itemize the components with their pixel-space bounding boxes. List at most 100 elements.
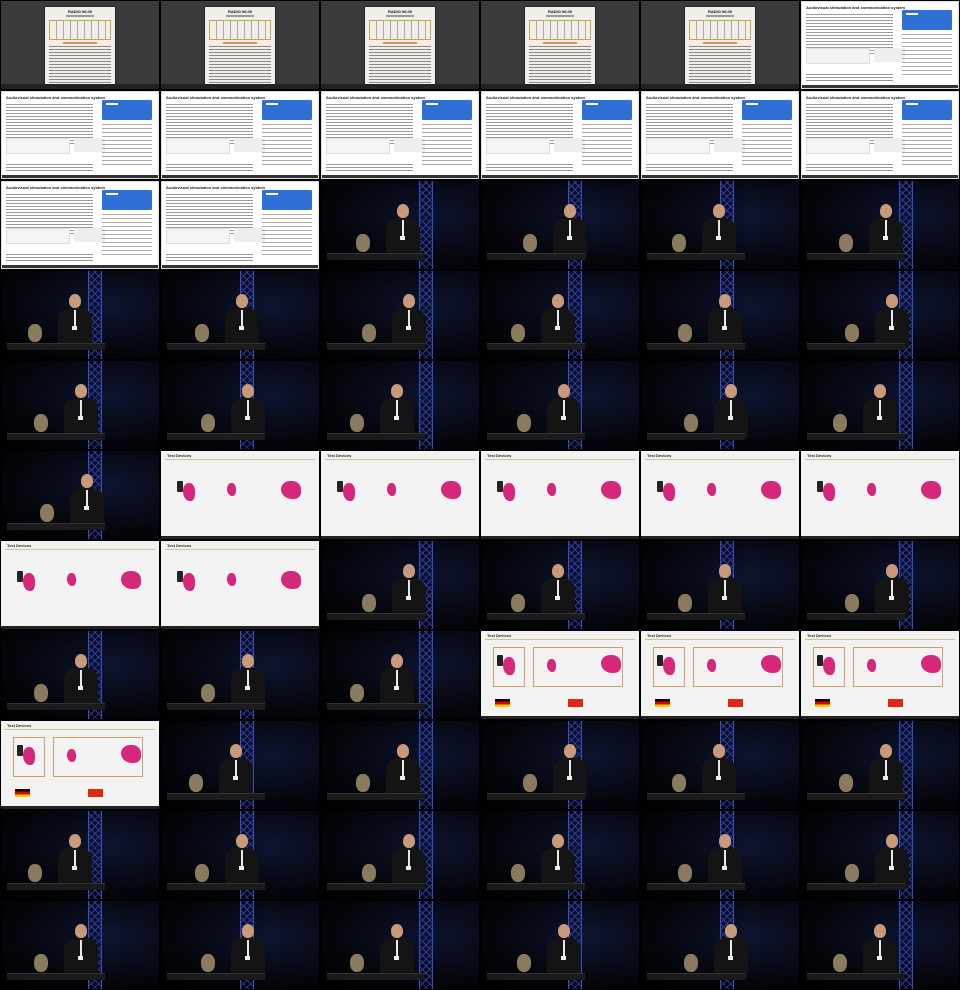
- slide-title-rule: [485, 639, 635, 640]
- web-figure-box-secondary: [73, 138, 105, 152]
- germany-flag: [15, 789, 30, 797]
- player-bar: [161, 536, 319, 539]
- lectern-desk: [647, 793, 746, 801]
- speaker-head: [552, 833, 565, 848]
- speaker-head: [564, 203, 577, 218]
- speaker-head: [558, 923, 571, 938]
- player-bar: [802, 175, 958, 178]
- teddy-bear: [678, 323, 693, 342]
- speaker-head: [242, 653, 255, 668]
- pink-device-middle: [547, 483, 557, 496]
- thumbnail: [481, 181, 639, 269]
- speaker-lanyard: [891, 309, 894, 326]
- lectern-desk: [647, 613, 746, 621]
- speaker-lanyard: [569, 759, 572, 776]
- document-caption: [702, 42, 738, 44]
- speaker-head: [236, 293, 249, 308]
- speaker-head: [230, 743, 243, 758]
- document-figure: [689, 20, 751, 40]
- speaker-badge: [72, 325, 78, 330]
- document-title: RADIO 06.00: [227, 9, 252, 14]
- thumbnail: [1, 361, 159, 449]
- lectern-desk: [647, 883, 746, 891]
- web-info-panel-text: [586, 103, 599, 105]
- speaker-head: [725, 923, 738, 938]
- web-info-panel-text: [906, 103, 919, 105]
- speaker-badge: [555, 325, 561, 330]
- speaker-lanyard: [408, 579, 411, 596]
- speaker-head: [397, 743, 410, 758]
- web-footer-text: [486, 164, 574, 172]
- pink-device-right: [281, 481, 301, 499]
- thumbnail: Audiovisual stimulation and communicatio…: [1, 91, 159, 179]
- pink-device-right: [281, 571, 301, 589]
- web-sidebar-text: [902, 34, 952, 78]
- thumbnail: [321, 271, 479, 359]
- speaker-badge: [239, 865, 245, 870]
- web-footer-text: [6, 254, 94, 262]
- speaker-lanyard: [80, 939, 83, 956]
- speaker-badge: [567, 235, 573, 240]
- pink-device-left: [343, 483, 355, 501]
- thumbnail: RADIO 06.00: [481, 1, 639, 89]
- speaker-lanyard: [891, 579, 894, 596]
- document-body-text: [689, 46, 751, 86]
- web-figure-box-secondary: [553, 138, 585, 152]
- speaker-badge: [400, 235, 406, 240]
- document-title: RADIO 06.00: [67, 9, 92, 14]
- speaker-head: [713, 203, 726, 218]
- pink-device-middle: [67, 573, 77, 586]
- thumbnail: [1, 271, 159, 359]
- teddy-bear: [833, 413, 848, 432]
- teddy-bear: [839, 773, 854, 792]
- thumbnail: Audiovisual stimulation and communicatio…: [161, 91, 319, 179]
- speaker-head: [713, 743, 726, 758]
- thumbnail: [801, 811, 959, 899]
- web-figure-box: [486, 138, 551, 154]
- slide-title: Test Devices: [7, 543, 32, 548]
- document-figure: [209, 20, 271, 40]
- teddy-bear: [201, 953, 216, 972]
- thumbnail: Audiovisual stimulation and communicatio…: [801, 1, 959, 89]
- thumbnail: [641, 181, 799, 269]
- pink-device-left: [663, 657, 675, 675]
- speaker-lanyard: [557, 309, 560, 326]
- web-page-title: Audiovisual stimulation and communicatio…: [486, 95, 585, 100]
- thumbnail: Audiovisual stimulation and communicatio…: [161, 181, 319, 269]
- web-figure-box-secondary: [233, 138, 265, 152]
- speaker-lanyard: [563, 939, 566, 956]
- pink-device-middle: [707, 483, 717, 496]
- speaker-head: [391, 653, 404, 668]
- thumbnail: RADIO 06.00: [1, 1, 159, 89]
- speaker-lanyard: [247, 939, 250, 956]
- slide-title: Test Devices: [167, 453, 192, 458]
- web-page-title: Audiovisual stimulation and communicatio…: [6, 185, 105, 190]
- player-bar: [322, 175, 478, 178]
- pink-device-right: [601, 481, 621, 499]
- speaker-head: [719, 833, 732, 848]
- pink-device-left: [183, 483, 195, 501]
- web-page-title: Audiovisual stimulation and communicatio…: [806, 5, 905, 10]
- document-body-text: [49, 46, 111, 86]
- document-figure: [49, 20, 111, 40]
- speaker-lanyard: [885, 759, 888, 776]
- slide-title: Test Devices: [7, 723, 32, 728]
- speaker-lanyard: [885, 219, 888, 236]
- speaker-head: [403, 293, 416, 308]
- teddy-bear: [195, 323, 210, 342]
- lectern-desk: [167, 703, 266, 711]
- lectern-desk: [167, 793, 266, 801]
- speaker-lanyard: [241, 309, 244, 326]
- speaker-badge: [78, 415, 84, 420]
- slide-title-rule: [645, 459, 795, 460]
- pink-device-left: [23, 747, 35, 765]
- web-sidebar-text: [262, 124, 312, 168]
- thumbnail: [1, 901, 159, 989]
- thumbnail: [161, 361, 319, 449]
- thumbnail: [161, 631, 319, 719]
- player-bar: [162, 265, 318, 268]
- web-footer-text: [806, 164, 894, 172]
- lectern-desk: [167, 883, 266, 891]
- speaker-lanyard: [80, 399, 83, 416]
- web-figure-box-secondary: [873, 138, 905, 152]
